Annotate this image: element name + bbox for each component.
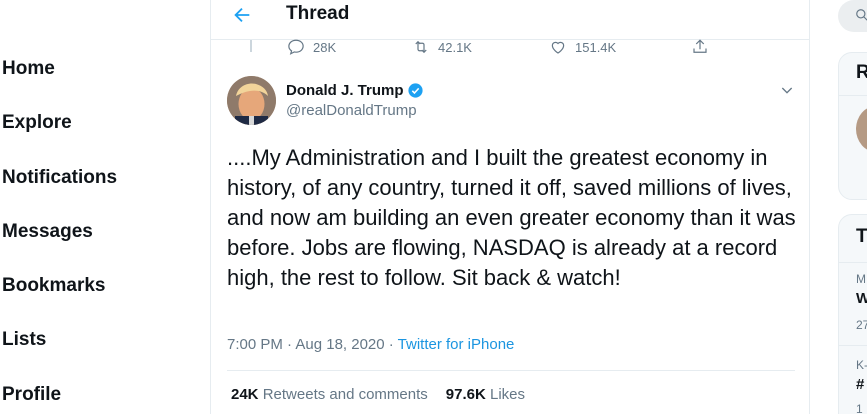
nav-item-bookmarks[interactable]: Bookmarks	[2, 275, 106, 297]
trend-context: K-	[856, 358, 867, 372]
thread-connector-line	[250, 40, 252, 52]
trend-count: 1	[856, 402, 863, 414]
share-button[interactable]	[691, 38, 717, 56]
retweets-stat-count: 24K	[231, 386, 259, 403]
verified-badge-icon	[407, 83, 423, 98]
thread-column: Thread 28K 42.1K 151.4K Donald J. Trump …	[210, 0, 810, 414]
likes-stat-count: 97.6K	[445, 386, 486, 403]
nav-item-profile[interactable]: Profile	[2, 384, 61, 406]
tweet-text: ....My Administration and I built the gr…	[227, 145, 796, 290]
author-handle[interactable]: @realDonaldTrump	[286, 102, 417, 119]
trend-count: 27	[856, 318, 867, 332]
tweet-source-link[interactable]: Twitter for iPhone	[398, 336, 515, 353]
search-icon	[856, 9, 867, 21]
nav-item-messages[interactable]: Messages	[2, 221, 93, 243]
trend-name[interactable]: #	[856, 376, 864, 393]
nav-item-lists[interactable]: Lists	[2, 329, 46, 351]
retweet-icon	[415, 40, 427, 54]
likes-stat-label: Likes	[489, 386, 526, 403]
nav-item-home[interactable]: Home	[2, 58, 55, 80]
retweet-button[interactable]: 42.1K	[412, 38, 472, 56]
retweets-stat-label: Retweets and comments	[262, 386, 428, 403]
sidebar-panel-title: R	[856, 62, 867, 83]
tweet-meta: 7:00 PM · Aug 18, 2020 · Twitter for iPh…	[227, 336, 514, 353]
share-icon	[693, 39, 707, 53]
left-navigation: Home Explore Notifications Messages Book…	[0, 0, 210, 414]
reply-count: 28K	[313, 39, 337, 55]
tweet-stats: 24K Retweets and comments 97.6K Likes	[231, 386, 525, 403]
divider	[227, 370, 795, 371]
heart-icon	[551, 41, 565, 54]
page-title: Thread	[286, 3, 350, 24]
arrow-left-icon[interactable]	[231, 4, 253, 26]
reply-icon	[288, 39, 304, 55]
author-name[interactable]: Donald J. Trump	[286, 82, 404, 99]
reply-button[interactable]: 28K	[287, 38, 336, 56]
thread-header: Thread	[211, 0, 809, 40]
sidebar-panel-title: T	[856, 226, 867, 247]
divider	[838, 262, 867, 263]
divider	[838, 345, 867, 346]
retweets-stat[interactable]: 24K Retweets and comments	[231, 386, 428, 403]
author-avatar[interactable]	[227, 76, 276, 125]
author-name-row[interactable]: Donald J. Trump	[286, 82, 424, 99]
nav-item-explore[interactable]: Explore	[2, 112, 72, 134]
retweet-count: 42.1K	[438, 39, 472, 55]
divider	[838, 95, 867, 96]
like-count: 151.4K	[575, 39, 617, 55]
author-avatar-image	[227, 76, 276, 125]
like-button[interactable]: 151.4K	[549, 38, 616, 56]
likes-stat[interactable]: 97.6K Likes	[446, 386, 525, 403]
previous-tweet-actions: 28K 42.1K 151.4K	[287, 38, 727, 58]
tweet-timestamp[interactable]: 7:00 PM · Aug 18, 2020 ·	[227, 336, 398, 353]
trend-context: M	[856, 272, 866, 286]
trend-name[interactable]: W	[856, 290, 867, 307]
chevron-down-icon[interactable]	[779, 82, 795, 98]
nav-item-notifications[interactable]: Notifications	[2, 167, 117, 189]
